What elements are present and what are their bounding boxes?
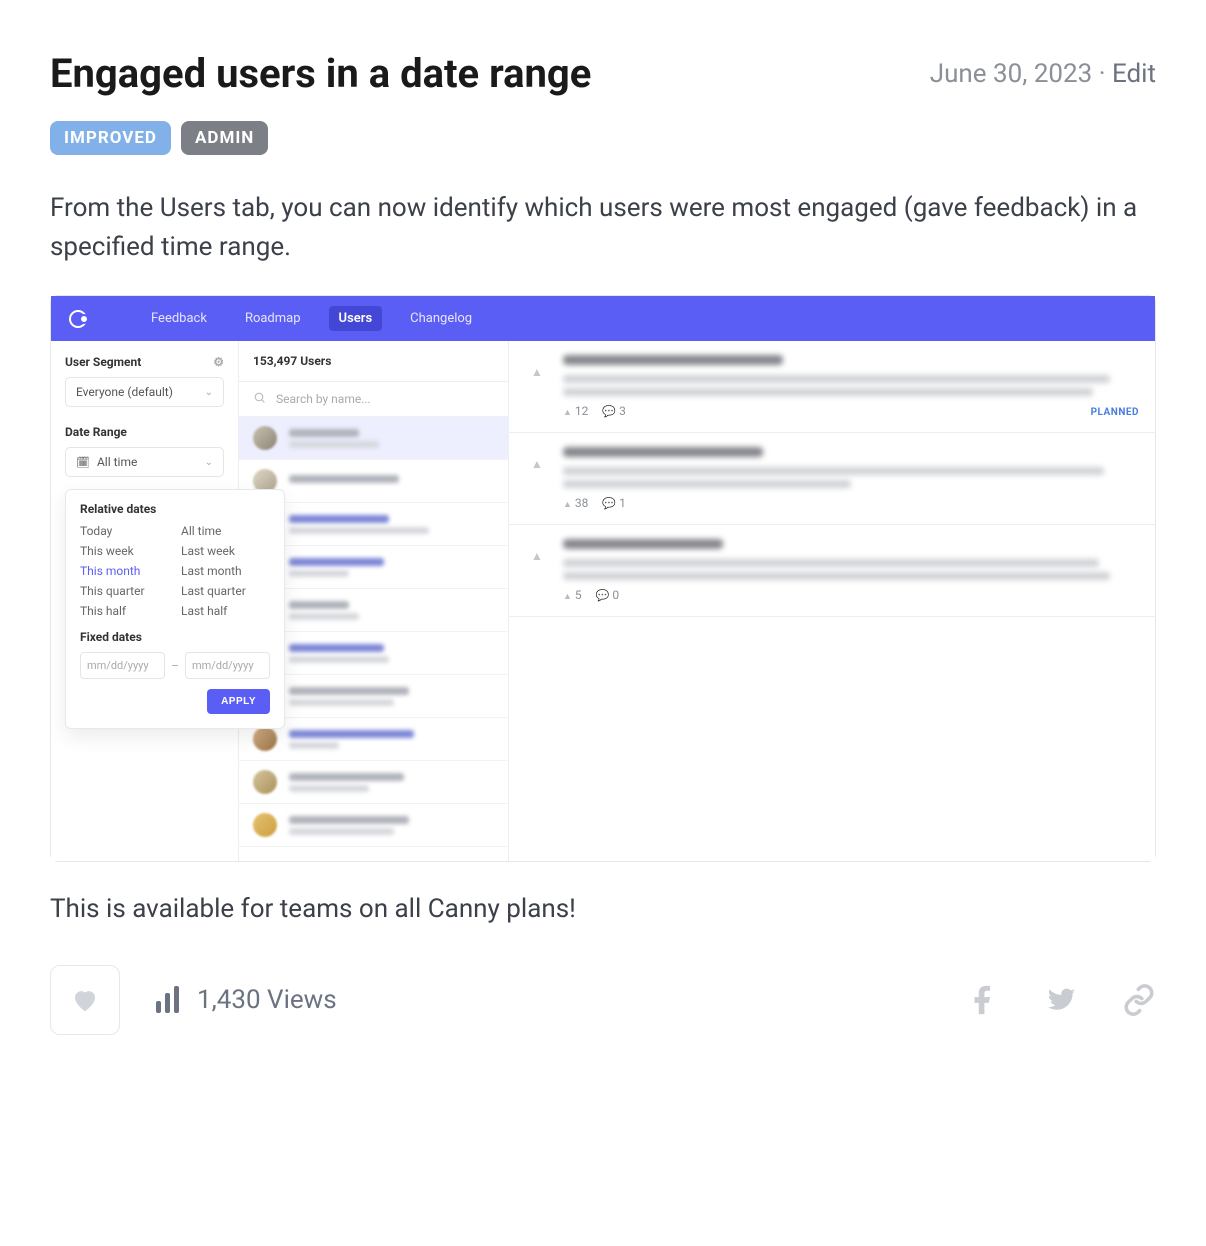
chevron-down-icon: ⌄ bbox=[205, 387, 213, 398]
user-segment-select[interactable]: Everyone (default) ⌄ bbox=[65, 377, 224, 407]
post-desc-blur bbox=[563, 388, 1093, 396]
post-item[interactable]: ▲ ▲ 12 💬 3 PLANNED bbox=[509, 341, 1155, 433]
body-paragraph: From the Users tab, you can now identify… bbox=[50, 189, 1156, 267]
chevron-down-icon: ⌄ bbox=[205, 457, 213, 468]
gear-icon[interactable]: ⚙ bbox=[213, 355, 224, 369]
user-search-input[interactable]: Search by name... bbox=[239, 381, 508, 417]
post-desc-blur bbox=[563, 467, 1104, 475]
comment-count: 3 bbox=[619, 404, 626, 418]
like-button[interactable] bbox=[50, 965, 120, 1035]
date-option-last-quarter[interactable]: Last quarter bbox=[181, 584, 270, 598]
date-range-select[interactable]: 🗓 All time ⌄ bbox=[65, 447, 224, 477]
date-option-all-time[interactable]: All time bbox=[181, 524, 270, 538]
vote-icon: ▲ bbox=[563, 408, 572, 418]
search-icon bbox=[253, 391, 266, 407]
post-desc-blur bbox=[563, 559, 1099, 567]
post-meta: June 30, 2023 · Edit bbox=[930, 59, 1156, 89]
vote-count: 12 bbox=[575, 404, 589, 418]
avatar bbox=[253, 426, 277, 450]
search-placeholder: Search by name... bbox=[276, 392, 371, 406]
date-option-this-week[interactable]: This week bbox=[80, 544, 169, 558]
comment-count: 0 bbox=[612, 588, 619, 602]
fixed-dates-heading: Fixed dates bbox=[80, 630, 270, 644]
date-option-this-month[interactable]: This month bbox=[80, 564, 169, 578]
date-range-dropdown: Relative dates Today All time This week … bbox=[65, 489, 285, 729]
avatar bbox=[253, 727, 277, 751]
upvote-icon[interactable]: ▲ bbox=[525, 355, 549, 379]
avatar bbox=[253, 813, 277, 837]
date-option-last-week[interactable]: Last week bbox=[181, 544, 270, 558]
post-desc-blur bbox=[563, 572, 1110, 580]
views-display: 1,430 Views bbox=[156, 985, 337, 1015]
post-desc-blur bbox=[563, 480, 851, 488]
filters-sidebar: User Segment ⚙ Everyone (default) ⌄ Date… bbox=[51, 341, 239, 861]
facebook-icon[interactable] bbox=[966, 983, 1000, 1017]
comment-icon: 💬 bbox=[596, 589, 610, 602]
date-option-today[interactable]: Today bbox=[80, 524, 169, 538]
date-option-last-half[interactable]: Last half bbox=[181, 604, 270, 618]
nav-roadmap[interactable]: Roadmap bbox=[235, 306, 311, 331]
nav-users[interactable]: Users bbox=[329, 306, 383, 331]
post-item[interactable]: ▲ ▲ 5 💬 0 bbox=[509, 525, 1155, 617]
tag-improved: IMPROVED bbox=[50, 121, 171, 155]
post-title: Engaged users in a date range bbox=[50, 50, 591, 97]
avatar bbox=[253, 770, 277, 794]
user-segment-label: User Segment ⚙ bbox=[65, 355, 224, 369]
date-range-value: All time bbox=[97, 455, 137, 469]
views-count: 1,430 Views bbox=[197, 985, 337, 1015]
meta-separator: · bbox=[1099, 59, 1106, 89]
comment-count: 1 bbox=[619, 496, 626, 510]
screenshot-nav-bar: Feedback Roadmap Users Changelog bbox=[51, 296, 1155, 341]
relative-dates-heading: Relative dates bbox=[80, 502, 270, 516]
user-row[interactable] bbox=[239, 417, 508, 460]
link-icon[interactable] bbox=[1122, 983, 1156, 1017]
post-desc-blur bbox=[563, 375, 1110, 383]
comment-icon: 💬 bbox=[602, 405, 616, 418]
upvote-icon[interactable]: ▲ bbox=[525, 539, 549, 563]
date-range-label: Date Range bbox=[65, 425, 224, 439]
posts-list: ▲ ▲ 12 💬 3 PLANNED ▲ bbox=[509, 341, 1155, 861]
date-range-separator: – bbox=[171, 659, 179, 673]
post-title-blur bbox=[563, 539, 723, 549]
post-title-blur bbox=[563, 355, 783, 365]
date-option-this-half[interactable]: This half bbox=[80, 604, 169, 618]
date-range-label-text: Date Range bbox=[65, 425, 127, 439]
nav-feedback[interactable]: Feedback bbox=[141, 306, 217, 331]
users-count: 153,497 Users bbox=[239, 341, 508, 381]
vote-icon: ▲ bbox=[563, 500, 572, 510]
calendar-icon: 🗓 bbox=[76, 456, 90, 469]
date-option-last-month[interactable]: Last month bbox=[181, 564, 270, 578]
edit-link[interactable]: Edit bbox=[1112, 59, 1156, 89]
apply-button[interactable]: APPLY bbox=[207, 689, 270, 714]
post-title-blur bbox=[563, 447, 763, 457]
tag-admin: ADMIN bbox=[181, 121, 268, 155]
bar-chart-icon bbox=[156, 987, 179, 1013]
post-date: June 30, 2023 bbox=[930, 59, 1093, 89]
segment-label-text: User Segment bbox=[65, 355, 141, 369]
nav-changelog[interactable]: Changelog bbox=[400, 306, 482, 331]
heart-icon bbox=[70, 985, 100, 1015]
segment-value: Everyone (default) bbox=[76, 385, 173, 399]
product-screenshot: Feedback Roadmap Users Changelog User Se… bbox=[50, 295, 1156, 862]
comment-icon: 💬 bbox=[602, 497, 616, 510]
vote-count: 38 bbox=[575, 496, 589, 510]
date-option-this-quarter[interactable]: This quarter bbox=[80, 584, 169, 598]
status-badge: PLANNED bbox=[1091, 407, 1139, 418]
user-row[interactable] bbox=[239, 761, 508, 804]
body-paragraph: This is available for teams on all Canny… bbox=[50, 890, 1156, 929]
date-to-input[interactable]: mm/dd/yyyy bbox=[185, 652, 270, 679]
canny-logo-icon bbox=[69, 310, 87, 328]
vote-icon: ▲ bbox=[563, 592, 572, 602]
date-from-input[interactable]: mm/dd/yyyy bbox=[80, 652, 165, 679]
tag-row: IMPROVED ADMIN bbox=[50, 121, 1156, 155]
upvote-icon[interactable]: ▲ bbox=[525, 447, 549, 471]
user-row[interactable] bbox=[239, 804, 508, 847]
vote-count: 5 bbox=[575, 588, 582, 602]
post-item[interactable]: ▲ ▲ 38 💬 1 bbox=[509, 433, 1155, 525]
twitter-icon[interactable] bbox=[1044, 983, 1078, 1017]
